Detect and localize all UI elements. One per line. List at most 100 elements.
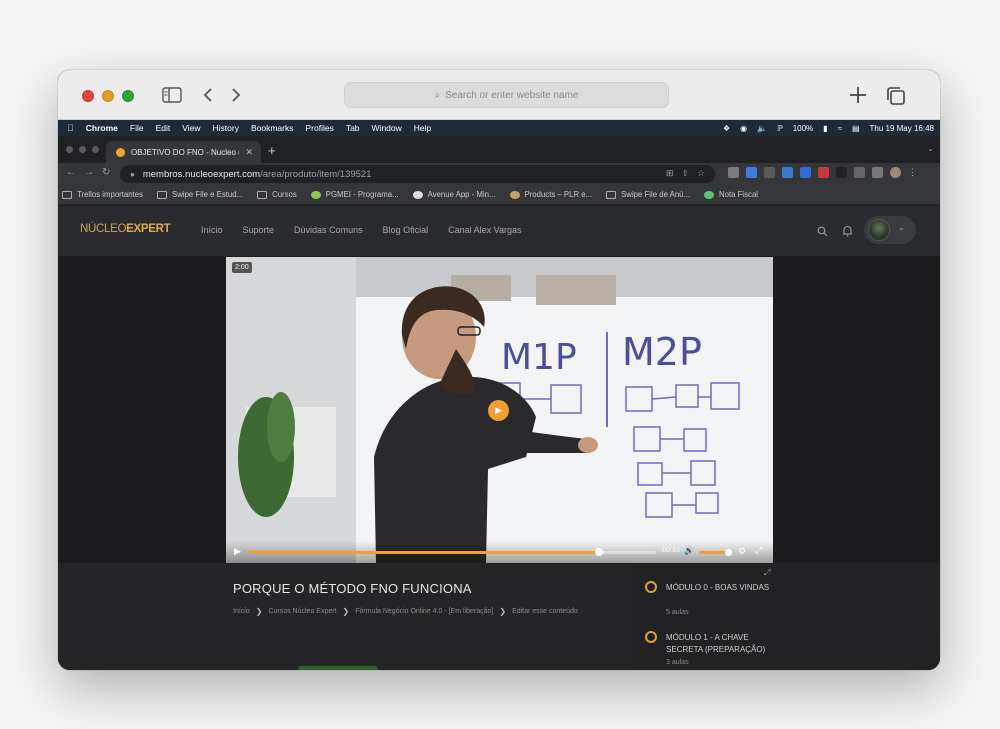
collapse-icon[interactable]: ⤢ <box>764 568 770 578</box>
address-bar[interactable]: ● membros.nucleoexpert.com /area/produto… <box>120 165 715 183</box>
breadcrumb-formula[interactable]: Fórmula Negócio Online 4.0 - [Em liberaç… <box>355 608 493 615</box>
safari-search-field[interactable]: ⌕ Search or enter website name <box>344 82 669 108</box>
dark-extension-icon[interactable] <box>836 167 847 178</box>
menu-bookmarks[interactable]: Bookmarks <box>251 123 294 133</box>
action-button[interactable] <box>298 666 378 670</box>
bookmark-item[interactable]: Swipe File de Anú... <box>606 190 690 199</box>
module-lesson-count: 3 aulas <box>666 659 689 666</box>
products-icon <box>509 190 520 199</box>
logo-text-nucleo: NÚCLEO <box>80 223 127 235</box>
nota-fiscal-icon <box>704 190 715 199</box>
settings-gear-icon[interactable]: ⚙ <box>738 546 746 557</box>
bookmark-item[interactable]: PGMEI - Programa... <box>310 190 399 199</box>
volume-icon[interactable]: 🔊 <box>684 546 694 555</box>
folder-icon <box>62 190 72 199</box>
video-player[interactable]: M1P M2P 2:00 ▶ ▶ -00:33 🔊 ⚙ ⤢ <box>226 257 773 563</box>
breadcrumb-cursos[interactable]: Cursos Núcleo Expert <box>268 608 336 615</box>
new-tab-icon[interactable]: + <box>268 144 276 157</box>
progress-bar[interactable] <box>248 548 656 556</box>
menu-view[interactable]: View <box>182 123 200 133</box>
bookmark-item[interactable]: Cursos <box>257 190 297 199</box>
fullscreen-icon[interactable]: ⤢ <box>755 545 762 556</box>
zoom-window-button[interactable] <box>122 90 134 102</box>
menu-edit[interactable]: Edit <box>156 123 171 133</box>
chrome-close-dot[interactable] <box>66 146 73 153</box>
bookmark-label: Avenue App - Min... <box>427 190 496 199</box>
menu-app[interactable]: Chrome <box>86 123 118 133</box>
close-window-button[interactable] <box>82 90 94 102</box>
menu-tab[interactable]: Tab <box>346 123 360 133</box>
menubar-clock[interactable]: Thu 19 May 16:48 <box>870 124 934 133</box>
feather-icon[interactable]: ❖ <box>723 124 730 133</box>
shield-icon[interactable]: ◉ <box>740 124 747 133</box>
bookmark-item[interactable]: Avenue App - Min... <box>412 190 496 199</box>
search-icon[interactable] <box>817 226 828 237</box>
menu-profiles[interactable]: Profiles <box>305 123 333 133</box>
site-logo[interactable]: NÚCLEOEXPERT <box>80 223 171 235</box>
forward-icon[interactable]: → <box>84 167 94 178</box>
user-menu-button[interactable]: ⌄ <box>864 216 916 244</box>
download-extension-icon[interactable] <box>800 167 811 178</box>
menu-help[interactable]: Help <box>414 123 431 133</box>
red-extension-icon[interactable] <box>818 167 829 178</box>
tab-overview-icon[interactable] <box>886 86 906 106</box>
blue-extension-icon[interactable] <box>746 167 757 178</box>
sidebar-icon[interactable] <box>162 87 182 103</box>
apple-icon[interactable]:  <box>67 123 74 133</box>
reload-icon[interactable]: ↻ <box>102 167 110 178</box>
menu-window[interactable]: Window <box>372 123 402 133</box>
bookmark-item[interactable]: Trellos importantes <box>62 190 143 199</box>
nav-inicio[interactable]: Início <box>201 225 223 235</box>
volume-slider[interactable] <box>699 549 732 556</box>
macos-menubar:  Chrome File Edit View History Bookmark… <box>58 120 940 136</box>
play-icon[interactable]: ▶ <box>488 400 509 421</box>
module-lesson-count: 5 aulas <box>666 609 689 616</box>
install-app-icon[interactable]: ⊞ <box>666 168 674 179</box>
bookmark-item[interactable]: Nota Fiscal <box>704 190 758 199</box>
lock-icon[interactable]: ● <box>130 170 135 179</box>
breadcrumb-editar[interactable]: Editar esse conteúdo <box>512 608 578 615</box>
nav-suporte[interactable]: Suporte <box>243 225 275 235</box>
minimize-window-button[interactable] <box>102 90 114 102</box>
volume-icon[interactable]: 🔈 <box>757 124 767 133</box>
control-center-icon[interactable]: ▤ <box>852 124 860 133</box>
menu-history[interactable]: History <box>213 123 239 133</box>
menu-file[interactable]: File <box>130 123 144 133</box>
side-panel-icon[interactable] <box>872 167 883 178</box>
tab-search-chevron-icon[interactable]: ⌄ <box>927 144 934 153</box>
module-item[interactable]: MÓDULO 1 - A CHAVE SECRETA (PREPARAÇÃO) … <box>645 631 785 670</box>
back-icon[interactable]: ← <box>66 167 76 178</box>
nav-blog-oficial[interactable]: Blog Oficial <box>383 225 429 235</box>
chrome-minimize-dot[interactable] <box>79 146 86 153</box>
progress-knob[interactable] <box>594 548 603 556</box>
bluetooth-icon[interactable]: ℙ <box>777 124 783 133</box>
volume-knob[interactable] <box>724 549 732 556</box>
plus-icon[interactable] <box>849 86 867 104</box>
battery-icon[interactable]: ▮ <box>823 124 827 133</box>
active-tab[interactable]: OBJETIVO DO FNO - Nucleo e ✕ <box>106 141 261 163</box>
bell-icon[interactable] <box>842 225 853 237</box>
bookmark-item[interactable]: Products – PLR e... <box>509 190 592 199</box>
progress-fill <box>248 551 599 554</box>
close-tab-icon[interactable]: ✕ <box>245 147 253 158</box>
bookmark-item[interactable]: Swipe File e Estud... <box>157 190 243 199</box>
bookmark-star-icon[interactable]: ☆ <box>697 168 705 179</box>
folder-icon <box>257 190 268 199</box>
share-icon[interactable]: ⇧ <box>681 168 689 179</box>
chevron-left-icon[interactable] <box>202 87 214 103</box>
camera-extension-icon[interactable] <box>728 167 739 178</box>
puzzle-extension-icon[interactable] <box>854 167 865 178</box>
wifi-icon[interactable]: ≈ <box>838 124 842 133</box>
calendar-extension-icon[interactable] <box>782 167 793 178</box>
breadcrumb-inicio[interactable]: Início <box>233 608 250 615</box>
kebab-menu-icon[interactable]: ⋮ <box>908 167 917 178</box>
play-button-icon[interactable]: ▶ <box>234 546 241 557</box>
chevron-right-icon[interactable] <box>230 87 242 103</box>
pen-extension-icon[interactable] <box>764 167 775 178</box>
nav-duvidas-comuns[interactable]: Dúvidas Comuns <box>294 225 363 235</box>
chevron-down-icon: ⌄ <box>898 223 905 232</box>
nav-canal-alex-vargas[interactable]: Canal Alex Vargas <box>448 225 521 235</box>
module-item[interactable]: MÓDULO 0 - BOAS VINDAS 5 aulas <box>645 581 785 621</box>
chrome-zoom-dot[interactable] <box>92 146 99 153</box>
profile-avatar-icon[interactable] <box>890 167 901 178</box>
